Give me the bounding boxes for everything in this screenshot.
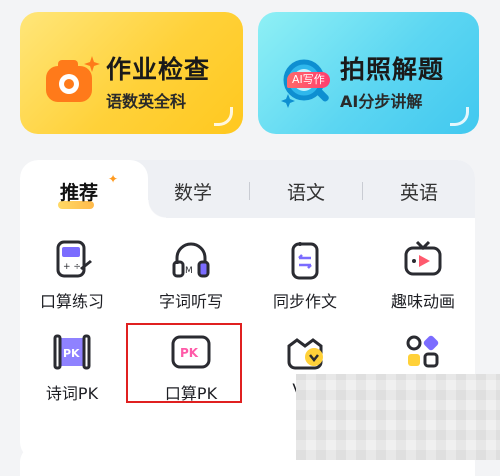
grid-item-essay[interactable]: 同步作文 [260,238,350,312]
grid-item-label: 趣味动画 [390,292,455,311]
tab-recommend-label[interactable]: 推荐 [60,178,98,205]
corner-decoration [214,107,233,126]
grid-item-label: 口算练习 [39,292,104,311]
card-subtitle: 语数英全科 [106,92,187,111]
tab-divider [249,182,250,200]
watermark-overlay [296,374,500,460]
notebook-icon [291,242,319,280]
vip-crown-icon [287,338,323,370]
card-title: 拍照解题 [340,55,445,84]
svg-text:M: M [185,266,193,276]
svg-text:PK: PK [63,347,80,360]
tv-play-icon [404,240,442,276]
ai-writing-badge: AI写作 [287,72,330,88]
grid-item-oral-math[interactable]: + ÷ 口算练习 [27,238,117,312]
grid-item-label: 诗词PK [45,384,99,403]
homework-check-card[interactable]: 作业检查 语数英全科 [20,12,243,134]
highlight-box [126,323,242,403]
card-subtitle: AI分步讲解 [340,92,423,111]
spark-icon: ✦ [108,172,119,186]
card-title: 作业检查 [106,55,211,84]
grid-item-label: 同步作文 [272,292,337,311]
corner-decoration [450,107,469,126]
grid-item-label: 字词听写 [158,292,223,311]
grid-item-animation[interactable]: 趣味动画 [378,238,468,312]
apps-grid-icon [406,335,439,368]
grid-item-poem-pk[interactable]: PK 诗词PK [27,330,117,404]
tab-chinese[interactable]: 语文 [287,178,325,205]
grid-item-more[interactable] [378,330,468,380]
scroll-pk-icon: PK [53,334,91,370]
camera-icon [46,56,100,102]
svg-text:+ ÷: + ÷ [63,262,81,272]
headphones-icon: M [172,242,210,278]
oral-math-icon: + ÷ [56,240,92,278]
grid-item-dictation[interactable]: M 字词听写 [146,238,236,312]
tab-math[interactable]: 数学 [174,178,212,205]
tab-divider [362,182,363,200]
tab-english[interactable]: 英语 [400,178,438,205]
